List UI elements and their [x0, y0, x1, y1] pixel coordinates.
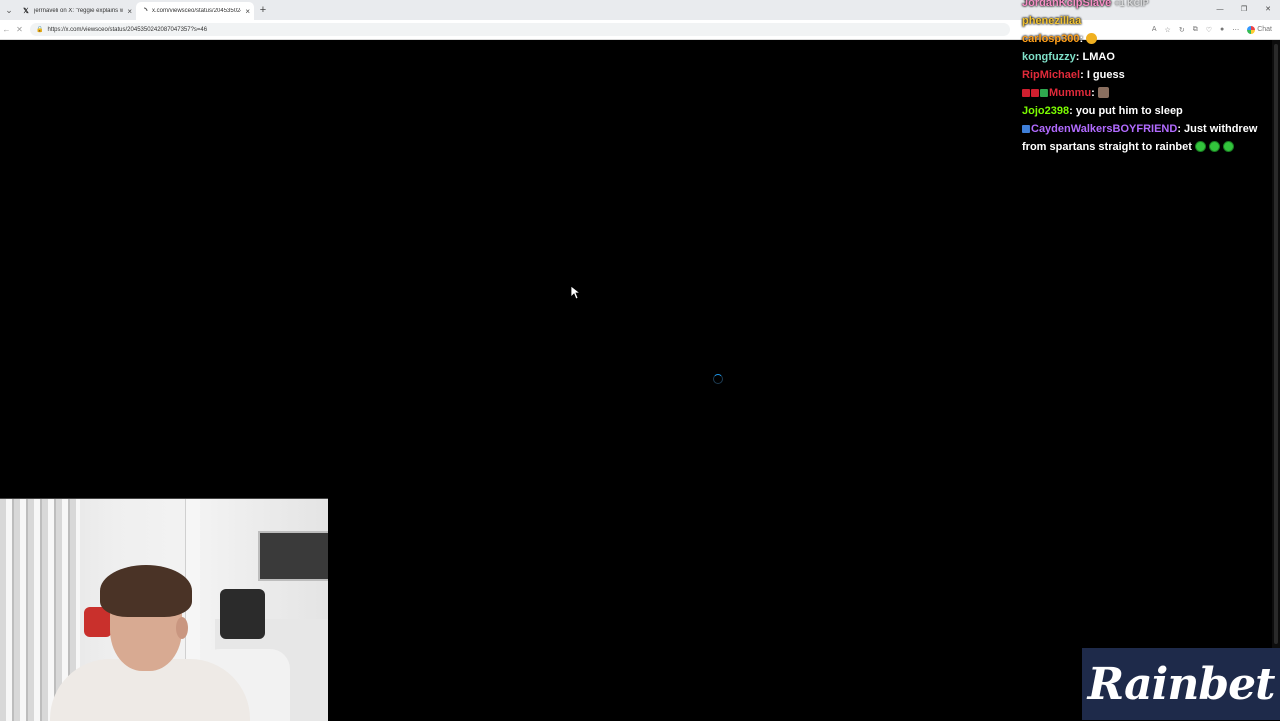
- chat-text: you put him to sleep: [1075, 105, 1183, 117]
- url-field[interactable]: 🔒 https://x.com/viewsceo/status/20453502…: [30, 23, 1010, 36]
- chat-message: JordanKclpSlave +1 KCIP: [1022, 0, 1274, 12]
- face-emote-icon: [1086, 33, 1098, 44]
- tab-title: jerrnaveli on X: "reggie explains w: [34, 8, 124, 14]
- tab-close-icon[interactable]: ×: [127, 7, 132, 16]
- back-icon[interactable]: ←: [0, 25, 13, 34]
- chat-message: phenezillaa: [1022, 12, 1274, 30]
- badge-icon: [1022, 125, 1030, 133]
- chat-message: kongfuzzy: LMAO: [1022, 51, 1115, 63]
- url-text: https://x.com/viewsceo/status/2045350242…: [47, 26, 208, 33]
- chat-username: Jojo2398: [1022, 105, 1070, 117]
- x-logo-icon: 𝕏: [23, 8, 29, 15]
- tab-actions-chevron-icon[interactable]: ⌄: [0, 5, 18, 16]
- chat-username: RipMichael: [1022, 69, 1081, 81]
- green-emote-icon: [1223, 141, 1235, 152]
- scrollbar-thumb[interactable]: [1274, 44, 1278, 644]
- chat-text: I guess: [1086, 69, 1125, 81]
- chat-message: RipMichael: I guess: [1022, 69, 1125, 81]
- tab-title: x.com/viewsceo/status/204535024: [152, 8, 242, 14]
- chat-message: carlosp300:: [1022, 30, 1274, 48]
- tv-screen: [258, 531, 328, 581]
- chat-message: CaydenWalkersBOYFRIEND: Just withdrew fr…: [1022, 123, 1258, 153]
- sponsor-logo: Rainbet: [1082, 648, 1280, 720]
- loading-spinner-icon: [713, 374, 723, 384]
- portrait-emote-icon: [1097, 87, 1109, 98]
- badge-icon: [1022, 89, 1030, 97]
- webcam-overlay: [0, 498, 328, 721]
- browser-tab-1[interactable]: 𝕏 jerrnaveli on X: "reggie explains w ×: [18, 2, 136, 20]
- browser-tab-2[interactable]: x.com/viewsceo/status/204535024 ×: [136, 2, 254, 20]
- sponsor-brand-text: Rainbet: [1087, 658, 1276, 710]
- chat-message: Mummu:: [1022, 84, 1274, 102]
- chat-username: carlosp300: [1022, 33, 1080, 45]
- streamer-hair: [100, 565, 192, 617]
- green-emote-icon: [1209, 141, 1221, 152]
- badge-icon: [1040, 89, 1048, 97]
- chat-message: Jojo2398: you put him to sleep: [1022, 105, 1183, 117]
- new-tab-button[interactable]: +: [254, 4, 272, 16]
- tab-close-icon[interactable]: ×: [245, 7, 250, 16]
- streamer-ear: [176, 617, 188, 639]
- chat-text: +1 KCIP: [1114, 0, 1149, 8]
- site-info-icon[interactable]: 🔒: [36, 26, 43, 33]
- loading-icon: [140, 7, 148, 15]
- chat-username: Mummu: [1049, 87, 1092, 99]
- bag: [220, 589, 265, 639]
- green-emote-icon: [1194, 141, 1206, 152]
- mouse-cursor-icon: [571, 286, 581, 300]
- badge-icon: [1031, 89, 1039, 97]
- chat-username: phenezillaa: [1022, 15, 1082, 27]
- chat-username: JordanKclpSlave: [1022, 0, 1112, 9]
- chat-username: CaydenWalkersBOYFRIEND: [1031, 123, 1178, 135]
- chat-username: kongfuzzy: [1022, 51, 1076, 63]
- stream-chat-overlay: JordanKclpSlave +1 KCIP phenezillaa carl…: [1022, 0, 1274, 156]
- chat-text: LMAO: [1082, 51, 1115, 63]
- stop-loading-icon[interactable]: ✕: [13, 25, 26, 34]
